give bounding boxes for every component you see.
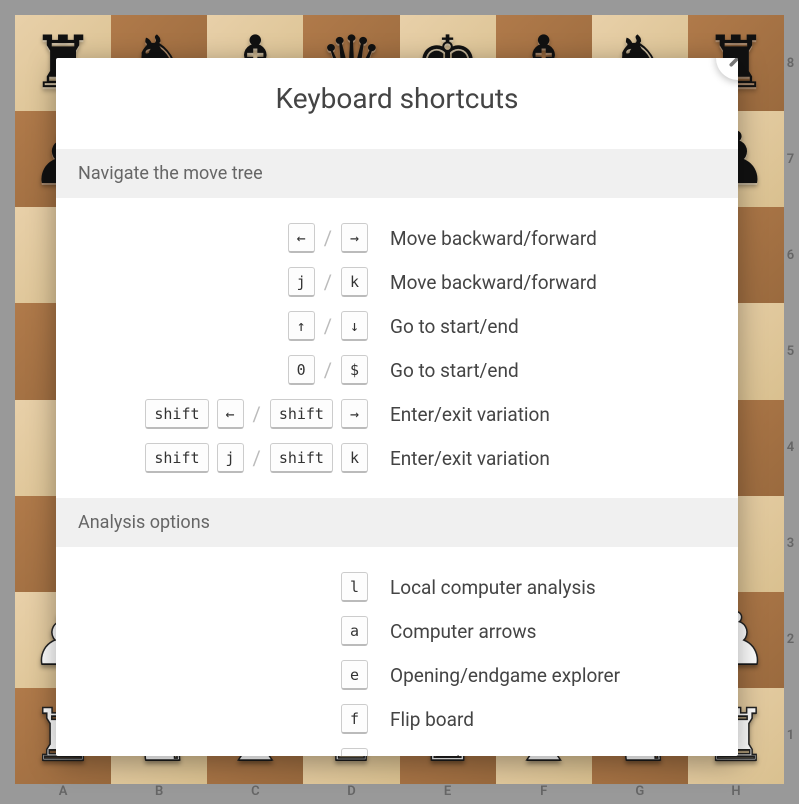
shortcut-row: ← / →Move backward/forward (56, 216, 738, 260)
shortcut-description: Opening/endgame explorer (368, 664, 620, 687)
key: k (341, 267, 368, 297)
file-label: E (400, 784, 496, 804)
file-label: C (207, 784, 303, 804)
section-rows: lLocal computer analysisaComputer arrows… (56, 547, 738, 756)
key: l (341, 572, 368, 602)
shortcut-keys: f (78, 704, 368, 734)
section-rows: ←/→Move backward/forwardj/kMove backward… (56, 198, 738, 498)
dialog-title: Keyboard shortcuts (56, 58, 738, 149)
shortcut-row: /Focus chat (56, 741, 738, 756)
key: $ (341, 355, 368, 385)
file-label: D (303, 784, 399, 804)
key: ↓ (341, 311, 368, 341)
key-separator: / (323, 226, 333, 250)
file-label: B (111, 784, 207, 804)
key: → (341, 399, 368, 429)
key: a (341, 616, 368, 646)
key: shift (145, 443, 208, 473)
shortcut-keys: l (78, 572, 368, 602)
key: 0 (288, 355, 315, 385)
shortcut-description: Local computer analysis (368, 576, 596, 599)
key-separator: / (323, 270, 333, 294)
shortcut-keys: ↑ / ↓ (78, 311, 368, 341)
section-header: Navigate the move tree (56, 149, 738, 198)
keyboard-shortcuts-dialog: Keyboard shortcuts Navigate the move tre… (56, 58, 738, 756)
shortcut-keys: a (78, 616, 368, 646)
shortcut-keys: / (78, 748, 368, 756)
file-label: F (496, 784, 592, 804)
shortcut-description: Computer arrows (368, 620, 536, 643)
key-separator: / (323, 358, 333, 382)
shortcut-row: j / kMove backward/forward (56, 260, 738, 304)
shortcut-row: ↑ / ↓Go to start/end (56, 304, 738, 348)
key: f (341, 704, 368, 734)
key: ← (288, 223, 315, 253)
shortcut-row: eOpening/endgame explorer (56, 653, 738, 697)
shortcut-keys: 0 / $ (78, 355, 368, 385)
rank-coordinates: 87654321 (784, 15, 797, 784)
rank-label: 8 (784, 15, 797, 111)
section-header: Analysis options (56, 498, 738, 547)
shortcut-keys: shiftj/shiftk (78, 443, 368, 473)
file-coordinates: ABCDEFGH (15, 784, 784, 804)
key-separator: / (252, 402, 262, 426)
shortcut-row: fFlip board (56, 697, 738, 741)
rank-label: 7 (784, 111, 797, 207)
key: ← (217, 399, 244, 429)
shortcut-row: shift ← / shift →Enter/exit variation (56, 392, 738, 436)
shortcut-keys: e (78, 660, 368, 690)
key: e (341, 660, 368, 690)
rank-label: 6 (784, 207, 797, 303)
key: shift (270, 399, 333, 429)
close-icon (729, 58, 738, 67)
key: shift (145, 399, 208, 429)
shortcut-row: lLocal computer analysis (56, 565, 738, 609)
key: ↑ (288, 311, 315, 341)
shortcut-description: Go to start/end (368, 315, 519, 338)
key: k (341, 443, 368, 473)
shortcut-description: Move backward/forward (368, 227, 597, 250)
shortcut-description: Flip board (368, 708, 474, 731)
rank-label: 4 (784, 400, 797, 496)
key: → (341, 223, 368, 253)
shortcut-keys: shift ← / shift → (78, 399, 368, 429)
key: j (217, 443, 244, 473)
key: / (341, 748, 368, 756)
shortcut-row: shiftj/shiftkEnter/exit variation (56, 436, 738, 480)
shortcut-description: Go to start/end (368, 359, 519, 382)
file-label: A (15, 784, 111, 804)
shortcut-keys: j / k (78, 267, 368, 297)
shortcut-description: Enter/exit variation (368, 447, 550, 470)
rank-label: 5 (784, 303, 797, 399)
key-separator: / (252, 446, 262, 470)
rank-label: 2 (784, 592, 797, 688)
shortcut-description: Move backward/forward (368, 271, 597, 294)
shortcut-description: Enter/exit variation (368, 403, 550, 426)
key: shift (270, 443, 333, 473)
shortcut-row: aComputer arrows (56, 609, 738, 653)
file-label: H (688, 784, 784, 804)
rank-label: 1 (784, 688, 797, 784)
key: j (288, 267, 315, 297)
shortcut-keys: ← / → (78, 223, 368, 253)
file-label: G (592, 784, 688, 804)
shortcut-description: Focus chat (368, 752, 483, 757)
key-separator: / (323, 314, 333, 338)
shortcut-row: 0 / $Go to start/end (56, 348, 738, 392)
rank-label: 3 (784, 496, 797, 592)
